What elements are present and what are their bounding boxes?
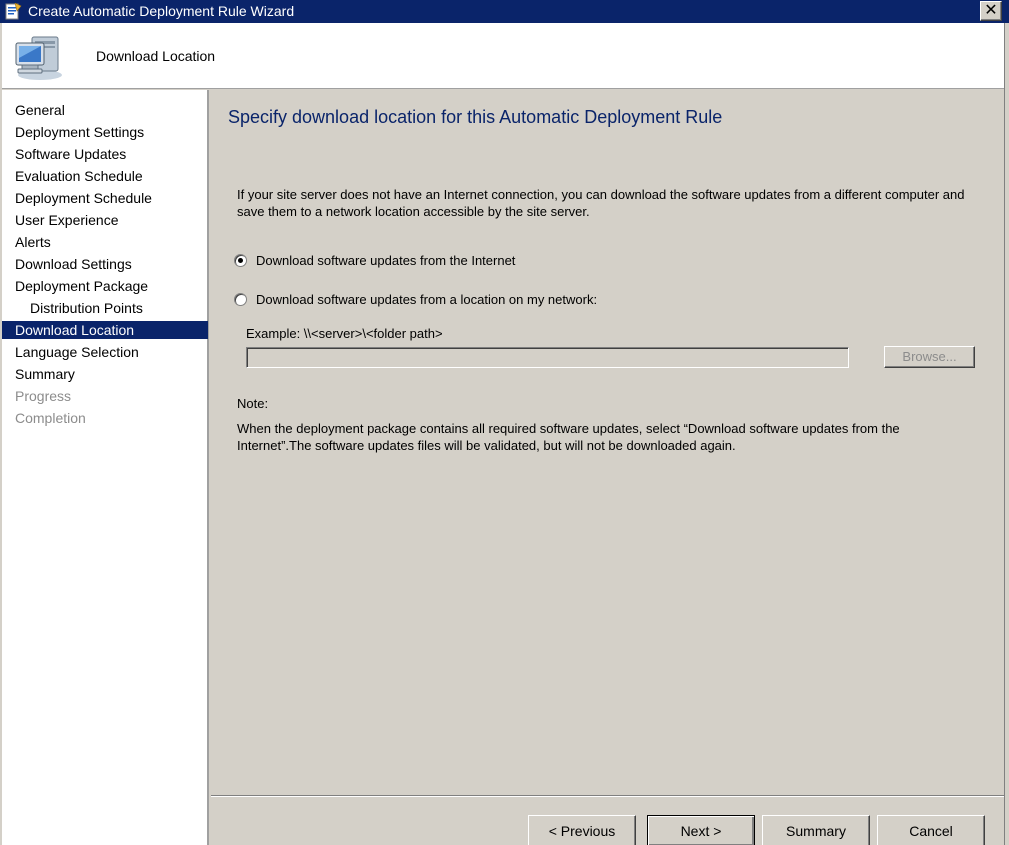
note-text: When the deployment package contains all… xyxy=(237,421,900,453)
sidebar-item-general[interactable]: General xyxy=(2,101,208,119)
sidebar-item-user-experience[interactable]: User Experience xyxy=(2,211,208,229)
page-title: Specify download location for this Autom… xyxy=(228,107,723,127)
intro-text: If your site server does not have an Int… xyxy=(237,187,965,219)
wizard-footer: < Previous Next > Summary Cancel xyxy=(211,797,1004,845)
wizard-header: Download Location xyxy=(2,23,1004,89)
header-title: Download Location xyxy=(96,48,216,64)
cancel-button[interactable]: Cancel xyxy=(877,815,985,845)
sidebar-item-summary[interactable]: Summary xyxy=(2,365,208,383)
sidebar-item-distribution-points[interactable]: Distribution Points xyxy=(2,299,208,317)
window-title: Create Automatic Deployment Rule Wizard xyxy=(28,3,295,19)
previous-button[interactable]: < Previous xyxy=(528,815,636,845)
sidebar-item-evaluation-schedule[interactable]: Evaluation Schedule xyxy=(2,167,208,185)
browse-button[interactable]: Browse... xyxy=(884,346,975,368)
window-right-border xyxy=(1004,23,1009,845)
sidebar-item-progress: Progress xyxy=(15,388,72,404)
summary-button[interactable]: Summary xyxy=(762,815,870,845)
sidebar-item-completion: Completion xyxy=(15,410,86,426)
radio-label-network[interactable]: Download software updates from a locatio… xyxy=(256,291,597,309)
radio-button-unchecked[interactable] xyxy=(234,293,247,306)
note-label: Note: xyxy=(237,396,269,411)
sidebar-item-language-selection[interactable]: Language Selection xyxy=(2,343,208,361)
wizard-app-icon xyxy=(5,3,22,20)
next-button[interactable]: Next > xyxy=(647,815,755,845)
sidebar-item-software-updates[interactable]: Software Updates xyxy=(2,145,208,163)
sidebar-item-deployment-settings[interactable]: Deployment Settings xyxy=(2,123,208,141)
radio-label-internet[interactable]: Download software updates from the Inter… xyxy=(256,252,515,270)
sidebar-item-deployment-schedule[interactable]: Deployment Schedule xyxy=(2,189,208,207)
radio-button-checked[interactable] xyxy=(234,254,247,267)
computer-icon xyxy=(15,36,62,80)
sidebar-item-deployment-package[interactable]: Deployment Package xyxy=(2,277,208,295)
network-path-input[interactable] xyxy=(246,347,849,368)
wizard-steps-sidebar: General Deployment Settings Software Upd… xyxy=(2,90,209,845)
close-icon: ✕ xyxy=(984,2,998,19)
sidebar-item-download-location[interactable]: Download Location xyxy=(2,321,208,339)
wizard-window: Create Automatic Deployment Rule Wizard … xyxy=(0,0,1009,845)
sidebar-item-alerts[interactable]: Alerts xyxy=(2,233,208,251)
sidebar-item-download-settings[interactable]: Download Settings xyxy=(2,255,208,273)
title-bar[interactable]: Create Automatic Deployment Rule Wizard … xyxy=(0,0,1009,23)
wizard-content: Specify download location for this Autom… xyxy=(211,90,1004,796)
path-example-label: Example: \\<server>\<folder path> xyxy=(246,326,443,341)
close-button[interactable]: ✕ xyxy=(980,1,1002,21)
